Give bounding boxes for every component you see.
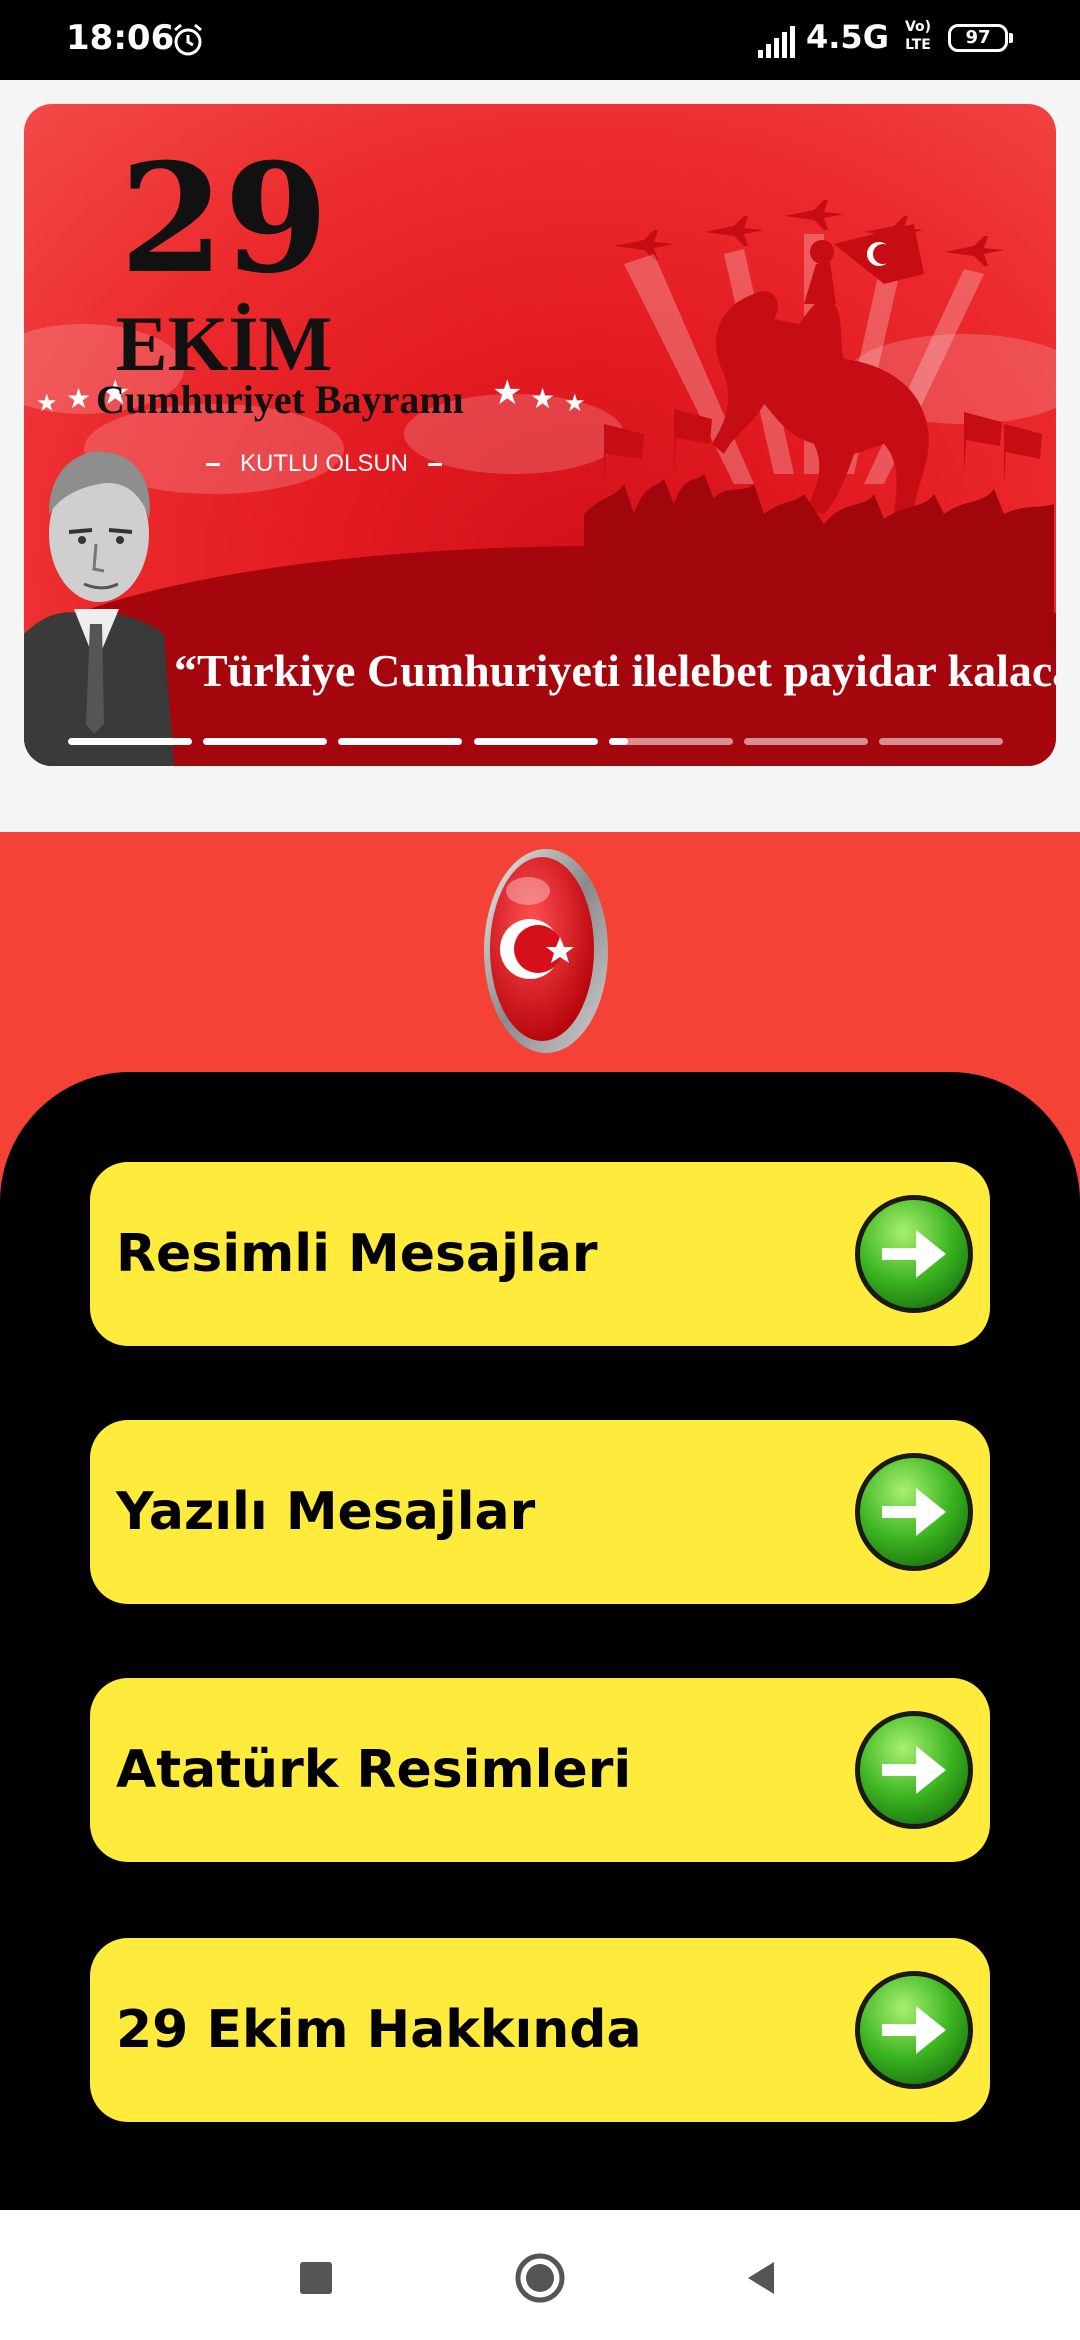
menu-item-ataturk-resimleri[interactable]: Atatürk Resimleri (90, 1678, 990, 1862)
banner-carousel[interactable]: 29 EKİM ★ ★ ★ Cumhuriyet Bayramı ★ ★ ★ K… (24, 104, 1056, 766)
signal-icon (758, 26, 795, 58)
arrow-right-icon (855, 1711, 973, 1829)
battery-level: 97 (965, 27, 991, 48)
carousel-dot (744, 738, 868, 745)
menu-item-label: Resimli Mesajlar (116, 1224, 598, 1284)
banner-subtitle-text: KUTLU OLSUN (239, 450, 409, 477)
volte-icon: Vo) LTE (898, 18, 938, 62)
network-type: 4.5G (806, 18, 889, 56)
carousel-dot (879, 738, 1004, 745)
status-bar: 18:06 4.5G Vo) LTE 97 (0, 0, 1080, 80)
volte-line-2: LTE (905, 37, 931, 53)
menu-item-yazili-mesajlar[interactable]: Yazılı Mesajlar (90, 1420, 990, 1604)
carousel-dot (68, 738, 192, 745)
star-icon: ★ (36, 389, 58, 417)
carousel-dot (473, 738, 598, 745)
banner-quote: “Türkiye Cumhuriyeti ilelebet payidar ka… (174, 645, 1056, 696)
back-icon[interactable] (740, 2256, 784, 2300)
banner-subtitle: KUTLU OLSUN (204, 450, 444, 478)
carousel-dot (338, 738, 463, 745)
arrow-right-icon (855, 1453, 973, 1571)
turkish-flag-button-icon (484, 849, 608, 1053)
banner-day: 29 (119, 131, 329, 307)
menu-item-resimli-mesajlar[interactable]: Resimli Mesajlar (90, 1162, 990, 1346)
volte-line-1: Vo) (904, 19, 932, 35)
carousel-indicator (68, 738, 1038, 746)
menu-item-label: Atatürk Resimleri (116, 1740, 632, 1800)
ataturk-portrait-image (24, 451, 174, 766)
menu-item-29-ekim-hakkinda[interactable]: 29 Ekim Hakkında (90, 1938, 990, 2122)
cavalry-silhouette-image (584, 200, 1054, 654)
status-time: 18:06 (66, 18, 175, 58)
carousel-dot-progress (608, 738, 628, 745)
carousel-dot (203, 738, 328, 745)
menu-item-label: 29 Ekim Hakkında (116, 2000, 642, 2060)
banner-title: Cumhuriyet Bayramı (96, 377, 464, 422)
star-icon: ★ (564, 389, 586, 417)
banner-month: EKİM (115, 300, 333, 387)
star-icon: ★ (66, 382, 92, 415)
home-icon[interactable] (514, 2252, 566, 2304)
arrow-right-icon (855, 1971, 973, 2089)
star-icon: ★ (530, 382, 556, 415)
arrow-right-icon (855, 1195, 973, 1313)
alarm-icon (174, 23, 202, 56)
battery-icon: 97 (948, 24, 1014, 56)
menu-item-label: Yazılı Mesajlar (116, 1482, 536, 1542)
recent-apps-icon[interactable] (300, 2262, 332, 2294)
star-icon: ★ (492, 373, 523, 413)
